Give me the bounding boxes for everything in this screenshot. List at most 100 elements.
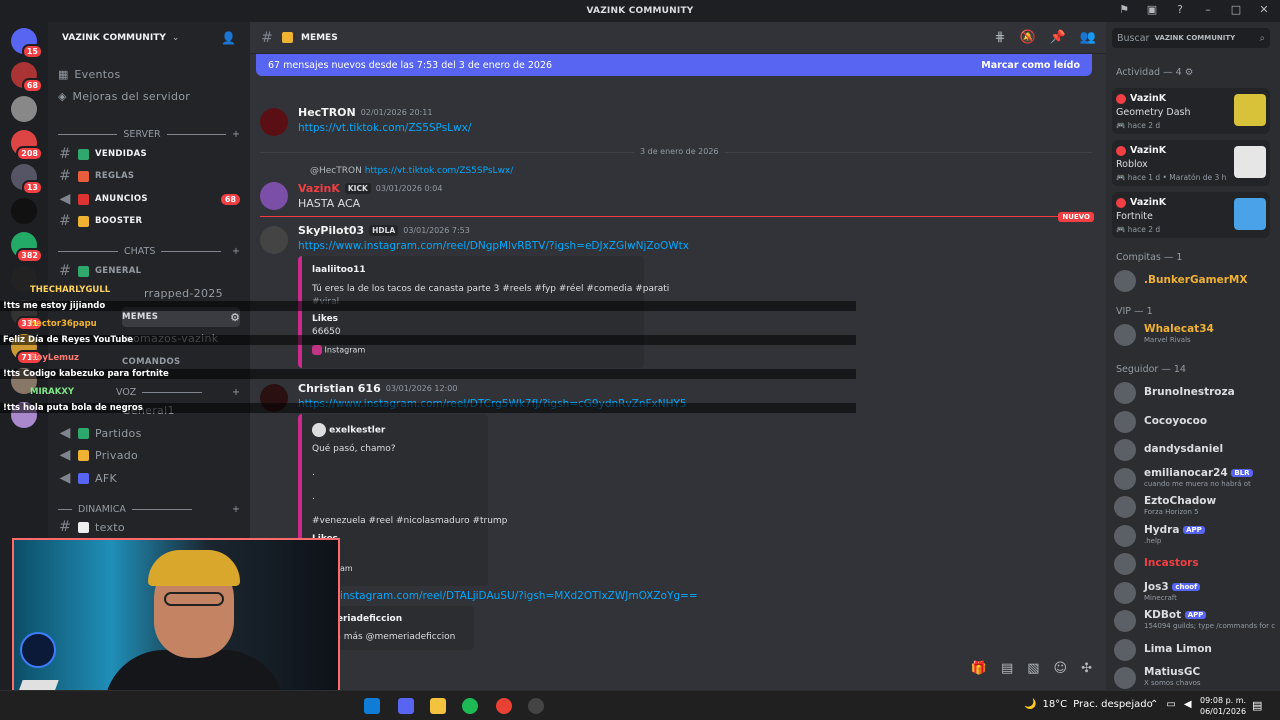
avatar bbox=[1116, 197, 1126, 208]
inbox-icon[interactable]: ⚑ bbox=[1116, 3, 1132, 16]
server-header[interactable]: VAZINK COMMUNITY ⌄ 👤 bbox=[48, 22, 250, 54]
add-channel-icon[interactable]: + bbox=[232, 246, 240, 257]
mark-read-button[interactable]: Marcar como leído bbox=[981, 60, 1080, 71]
channel-reglas[interactable]: # REGLAS bbox=[58, 166, 240, 186]
activity-card[interactable]: VazinK Geometry Dash 🎮 hace 2 d bbox=[1112, 88, 1270, 134]
unread-badge: 208 bbox=[16, 146, 43, 161]
member-name: Cocoyocoo bbox=[1144, 414, 1208, 427]
member-item[interactable]: Cocoyocoo bbox=[1114, 409, 1274, 433]
threads-icon[interactable]: ⋕ bbox=[995, 30, 1006, 45]
member-item[interactable]: Whalecat34 Marvel Rivals bbox=[1114, 322, 1274, 346]
obs-icon[interactable] bbox=[528, 698, 544, 714]
channel-general[interactable]: # GENERAL bbox=[58, 261, 240, 281]
help-icon[interactable]: ? bbox=[1172, 3, 1188, 16]
stream-chat-overlay: THECHARLYGULL !tts me estoy jijiando hecto… bbox=[0, 285, 856, 421]
member-item[interactable]: Lima Limon bbox=[1114, 637, 1274, 661]
unread-badge: 13 bbox=[21, 180, 43, 195]
channel-label: REGLAS bbox=[95, 171, 135, 181]
avatar bbox=[1114, 553, 1136, 575]
mute-icon[interactable]: 🔕 bbox=[1019, 30, 1035, 45]
member-item[interactable]: Incastors bbox=[1114, 551, 1274, 575]
emoji-icon[interactable]: ☺ bbox=[1054, 661, 1068, 676]
unread-badge: 68 bbox=[21, 78, 43, 93]
game-thumbnail bbox=[1234, 146, 1266, 178]
member-item[interactable]: Jos3 choof Minecraft bbox=[1114, 580, 1274, 604]
screen-icon[interactable]: ▣ bbox=[1144, 3, 1160, 16]
server-icon[interactable]: 15 bbox=[11, 28, 43, 59]
avatar[interactable] bbox=[260, 108, 288, 136]
notification-icon[interactable]: ▤ bbox=[1252, 699, 1262, 712]
category-chats[interactable]: CHATS + bbox=[58, 243, 240, 259]
member-item[interactable]: EztoChadow Forza Horizon 5 bbox=[1114, 494, 1274, 518]
maximize-icon[interactable]: □ bbox=[1228, 3, 1244, 16]
member-item[interactable]: dandysdaniel bbox=[1114, 437, 1274, 461]
pin-icon[interactable]: 📌 bbox=[1050, 30, 1066, 45]
window-titlebar: VAZINK COMMUNITY ⚑ ▣ ? – □ ✕ bbox=[0, 0, 1280, 22]
server-icon[interactable]: 13 bbox=[11, 164, 43, 195]
add-member-icon[interactable]: 👤 bbox=[221, 31, 236, 45]
activity-card[interactable]: VazinK Fortnite 🎮 hace 2 d bbox=[1112, 192, 1270, 238]
member-item[interactable]: KDBot APP 154094 guilds; type /commands f… bbox=[1114, 608, 1275, 632]
embed-description: . bbox=[312, 492, 315, 502]
search-input[interactable]: Buscar VAZINK COMMUNITY ⌕ bbox=[1112, 28, 1270, 48]
category-server[interactable]: SERVER + bbox=[58, 126, 240, 142]
sticker-icon[interactable]: ▧ bbox=[1027, 661, 1039, 676]
date-divider-label: 3 de enero de 2026 bbox=[634, 147, 725, 156]
activity-card[interactable]: VazinK Roblox 🎮 hace 1 d • Maratón de 3 h bbox=[1112, 140, 1270, 186]
server-icon[interactable] bbox=[11, 198, 37, 224]
message-author[interactable]: HecTRON 02/01/2026 20:11 bbox=[298, 106, 432, 119]
spotify-icon[interactable] bbox=[462, 698, 478, 714]
message-author[interactable]: SkyPilot03 HDLA 03/01/2026 7:53 bbox=[298, 224, 470, 237]
edge-icon[interactable] bbox=[364, 698, 380, 714]
member-item[interactable]: MatiusGC X somos chavos bbox=[1114, 665, 1274, 689]
minimize-icon[interactable]: – bbox=[1200, 3, 1216, 16]
channel-partidos[interactable]: ◀ Partidos bbox=[58, 423, 240, 443]
member-item[interactable]: Hydra APP .help bbox=[1114, 523, 1274, 547]
channel-ventas[interactable]: # VENDIDAS bbox=[58, 144, 240, 164]
new-badge: NUEVO bbox=[1058, 212, 1094, 222]
add-channel-icon[interactable]: + bbox=[232, 504, 240, 515]
avatar bbox=[1116, 93, 1126, 104]
clock[interactable]: 09:08 p. m. 06/01/2026 bbox=[1200, 695, 1246, 717]
member-status: X somos chavos bbox=[1144, 679, 1201, 687]
sidebar-item-mejoras[interactable]: ◈ Mejoras del servidor bbox=[58, 86, 240, 106]
folder-icon[interactable] bbox=[430, 698, 446, 714]
category-dinamica[interactable]: DINAMICA + bbox=[58, 501, 240, 517]
gif-icon[interactable]: ▤ bbox=[1001, 661, 1013, 676]
apps-icon[interactable]: ✣ bbox=[1081, 661, 1092, 676]
gift-icon[interactable]: 🎁 bbox=[971, 661, 987, 676]
weather-widget[interactable]: 🌙 18°C Prac. despejado bbox=[1024, 699, 1153, 710]
search-icon: ⌕ bbox=[1259, 32, 1265, 44]
link-embed[interactable]: laaliitoo11 Tú eres la de los tacos de c… bbox=[298, 256, 669, 368]
member-item[interactable]: emilianocar24 BLR cuando me muera no habr… bbox=[1114, 466, 1274, 490]
add-channel-icon[interactable]: + bbox=[232, 129, 240, 140]
message-link[interactable]: instagram.com/reel/DTALjiDAuSU/?igsh=MXd… bbox=[340, 590, 698, 602]
member-item[interactable]: .BunkerGamerMX bbox=[1114, 268, 1274, 292]
server-icon[interactable]: 382 bbox=[11, 232, 43, 263]
chrome-icon[interactable] bbox=[496, 698, 512, 714]
channel-afk[interactable]: ◀ AFK bbox=[58, 468, 240, 488]
avatar[interactable] bbox=[260, 182, 288, 210]
new-messages-bar[interactable]: 67 mensajes nuevos desde las 7:53 del 3 … bbox=[256, 54, 1092, 76]
members-icon[interactable]: 👥 bbox=[1080, 30, 1096, 45]
message-link[interactable]: https://www.instagram.com/reel/DNgpMlvRB… bbox=[298, 240, 689, 252]
member-status: Marvel Rivals bbox=[1144, 336, 1191, 344]
discord-icon[interactable] bbox=[398, 698, 414, 714]
close-icon[interactable]: ✕ bbox=[1256, 3, 1272, 16]
reply-preview[interactable]: @HecTRON https://vt.tiktok.com/ZS5SPsLwx… bbox=[310, 166, 513, 176]
server-icon[interactable]: 68 bbox=[11, 62, 43, 93]
channel-booster[interactable]: # BOOSTER bbox=[58, 211, 240, 231]
system-tray[interactable]: ⌃ ▭ ◀ bbox=[1150, 699, 1192, 710]
server-icon[interactable] bbox=[11, 96, 37, 122]
avatar[interactable] bbox=[260, 226, 288, 254]
channel-texto[interactable]: # texto bbox=[58, 517, 240, 537]
hash-icon: # bbox=[59, 263, 71, 279]
channel-privado[interactable]: ◀ Privado bbox=[58, 445, 240, 465]
message-author[interactable]: VazinK KICK 03/01/2026 0:04 bbox=[298, 182, 442, 195]
member-item[interactable]: BrunoInestroza bbox=[1114, 380, 1274, 404]
message-link[interactable]: https://vt.tiktok.com/ZS5SPsLwx/ bbox=[298, 122, 471, 134]
channel-anuncios[interactable]: ◀ ANUNCIOS 68 bbox=[58, 189, 240, 209]
sidebar-item-eventos[interactable]: ▦ Eventos bbox=[58, 64, 240, 84]
sidebar-item-label: Mejoras del servidor bbox=[72, 89, 191, 103]
server-icon[interactable]: 208 bbox=[11, 130, 43, 161]
